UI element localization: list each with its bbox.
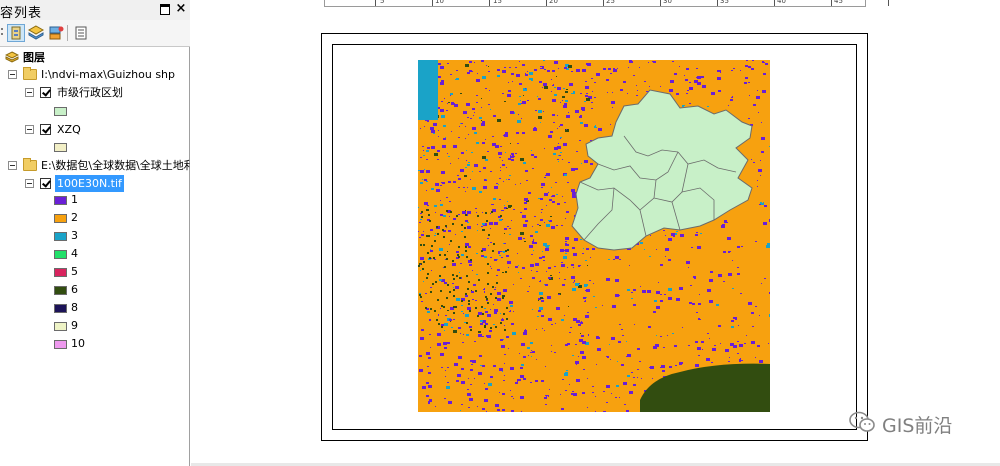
layer-name-selected: 100E30N.tif	[55, 175, 124, 192]
legend-value: 5	[71, 265, 78, 278]
ruler-tick	[603, 0, 604, 6]
list-by-source-icon[interactable]	[27, 24, 45, 42]
ruler-label: 45	[834, 0, 843, 5]
collapse-toggle[interactable]	[8, 161, 17, 170]
list-by-visibility-icon[interactable]	[47, 24, 65, 42]
toc-title: 容列表	[0, 6, 43, 21]
ruler-tick	[888, 0, 889, 6]
table-of-contents-pane: 容列表 × 图层 I:\ndvi-max\Guizhou shp 市级行政区划 …	[0, 0, 190, 466]
options-icon[interactable]	[72, 24, 90, 42]
ruler-label: 15	[493, 0, 502, 5]
legend-value: 9	[71, 319, 78, 332]
layer-visibility-checkbox[interactable]	[40, 178, 51, 189]
legend-swatch	[54, 340, 67, 349]
layout-view[interactable]: 5 10 15 20 25 30 35 40 45	[191, 0, 1000, 466]
ruler-tick	[660, 0, 661, 6]
ruler-label: 30	[663, 0, 672, 5]
ruler-label: 20	[549, 0, 558, 5]
ruler-tick	[432, 0, 433, 6]
toc-toolbar	[0, 20, 190, 47]
ruler-tick	[774, 0, 775, 6]
land-use-map[interactable]	[418, 60, 770, 412]
legend-swatch	[54, 286, 67, 295]
collapse-toggle[interactable]	[25, 88, 34, 97]
ruler-tick	[489, 0, 490, 6]
ruler-tick	[717, 0, 718, 6]
legend-swatch	[54, 214, 67, 223]
folder-icon	[23, 67, 37, 80]
ruler-tick	[375, 0, 376, 6]
layers-root[interactable]: 图层	[0, 49, 190, 66]
tree-group-land-use[interactable]: E:\数据包\全球数据\全球土地利	[0, 157, 190, 174]
legend-swatch	[54, 268, 67, 277]
group-path: E:\数据包\全球数据\全球土地利	[41, 159, 190, 172]
ruler-label: 35	[720, 0, 729, 5]
layer-visibility-checkbox[interactable]	[40, 124, 51, 135]
ruler-label: 25	[606, 0, 615, 5]
toc-titlebar: 容列表 ×	[0, 0, 190, 21]
folder-icon	[23, 158, 37, 171]
legend-swatch	[54, 250, 67, 259]
close-button[interactable]: ×	[174, 1, 188, 17]
layer-name: XZQ	[57, 123, 81, 136]
layer-row-city-divisions[interactable]: 市级行政区划	[0, 84, 190, 101]
legend-swatch	[54, 322, 67, 331]
layer-row-xzq[interactable]: XZQ	[0, 121, 190, 138]
watermark-text: GIS前沿	[882, 415, 953, 437]
legend-value: 6	[71, 283, 78, 296]
layer-symbol-swatch	[54, 143, 67, 152]
ruler-label: 40	[777, 0, 786, 5]
layer-symbol-swatch	[54, 107, 67, 116]
watermark: GIS前沿	[848, 408, 988, 438]
horizontal-ruler: 5 10 15 20 25 30 35 40 45	[324, 0, 889, 7]
legend-value: 3	[71, 229, 78, 242]
collapse-toggle[interactable]	[8, 70, 17, 79]
data-frame[interactable]	[418, 60, 770, 412]
layer-row-raster[interactable]: 100E30N.tif	[0, 175, 190, 192]
tree-group-guizhou-shp[interactable]: I:\ndvi-max\Guizhou shp	[0, 66, 190, 83]
legend-value: 10	[71, 337, 85, 350]
toolbar-grip-icon	[1, 28, 3, 35]
legend-value: 2	[71, 211, 78, 224]
wechat-icon	[849, 411, 875, 432]
layer-visibility-checkbox[interactable]	[40, 87, 51, 98]
ruler-label: 10	[435, 0, 444, 5]
legend-value: 1	[71, 193, 78, 206]
group-path: I:\ndvi-max\Guizhou shp	[41, 68, 175, 81]
list-by-drawing-order-icon[interactable]	[7, 24, 25, 42]
layout-page[interactable]	[321, 33, 868, 441]
layer-name: 市级行政区划	[57, 86, 123, 99]
layers-root-label: 图层	[23, 51, 45, 64]
pin-icon[interactable]	[160, 4, 170, 15]
legend-swatch	[54, 304, 67, 313]
ruler-tick	[831, 0, 832, 6]
legend-swatch	[54, 196, 67, 205]
layers-icon	[5, 51, 19, 63]
ruler-label: 5	[380, 0, 385, 5]
collapse-toggle[interactable]	[25, 179, 34, 188]
legend-value: 8	[71, 301, 78, 314]
toolbar-separator	[67, 25, 68, 41]
legend-swatch	[54, 232, 67, 241]
legend-value: 4	[71, 247, 78, 260]
collapse-toggle[interactable]	[25, 125, 34, 134]
ruler-tick	[546, 0, 547, 6]
